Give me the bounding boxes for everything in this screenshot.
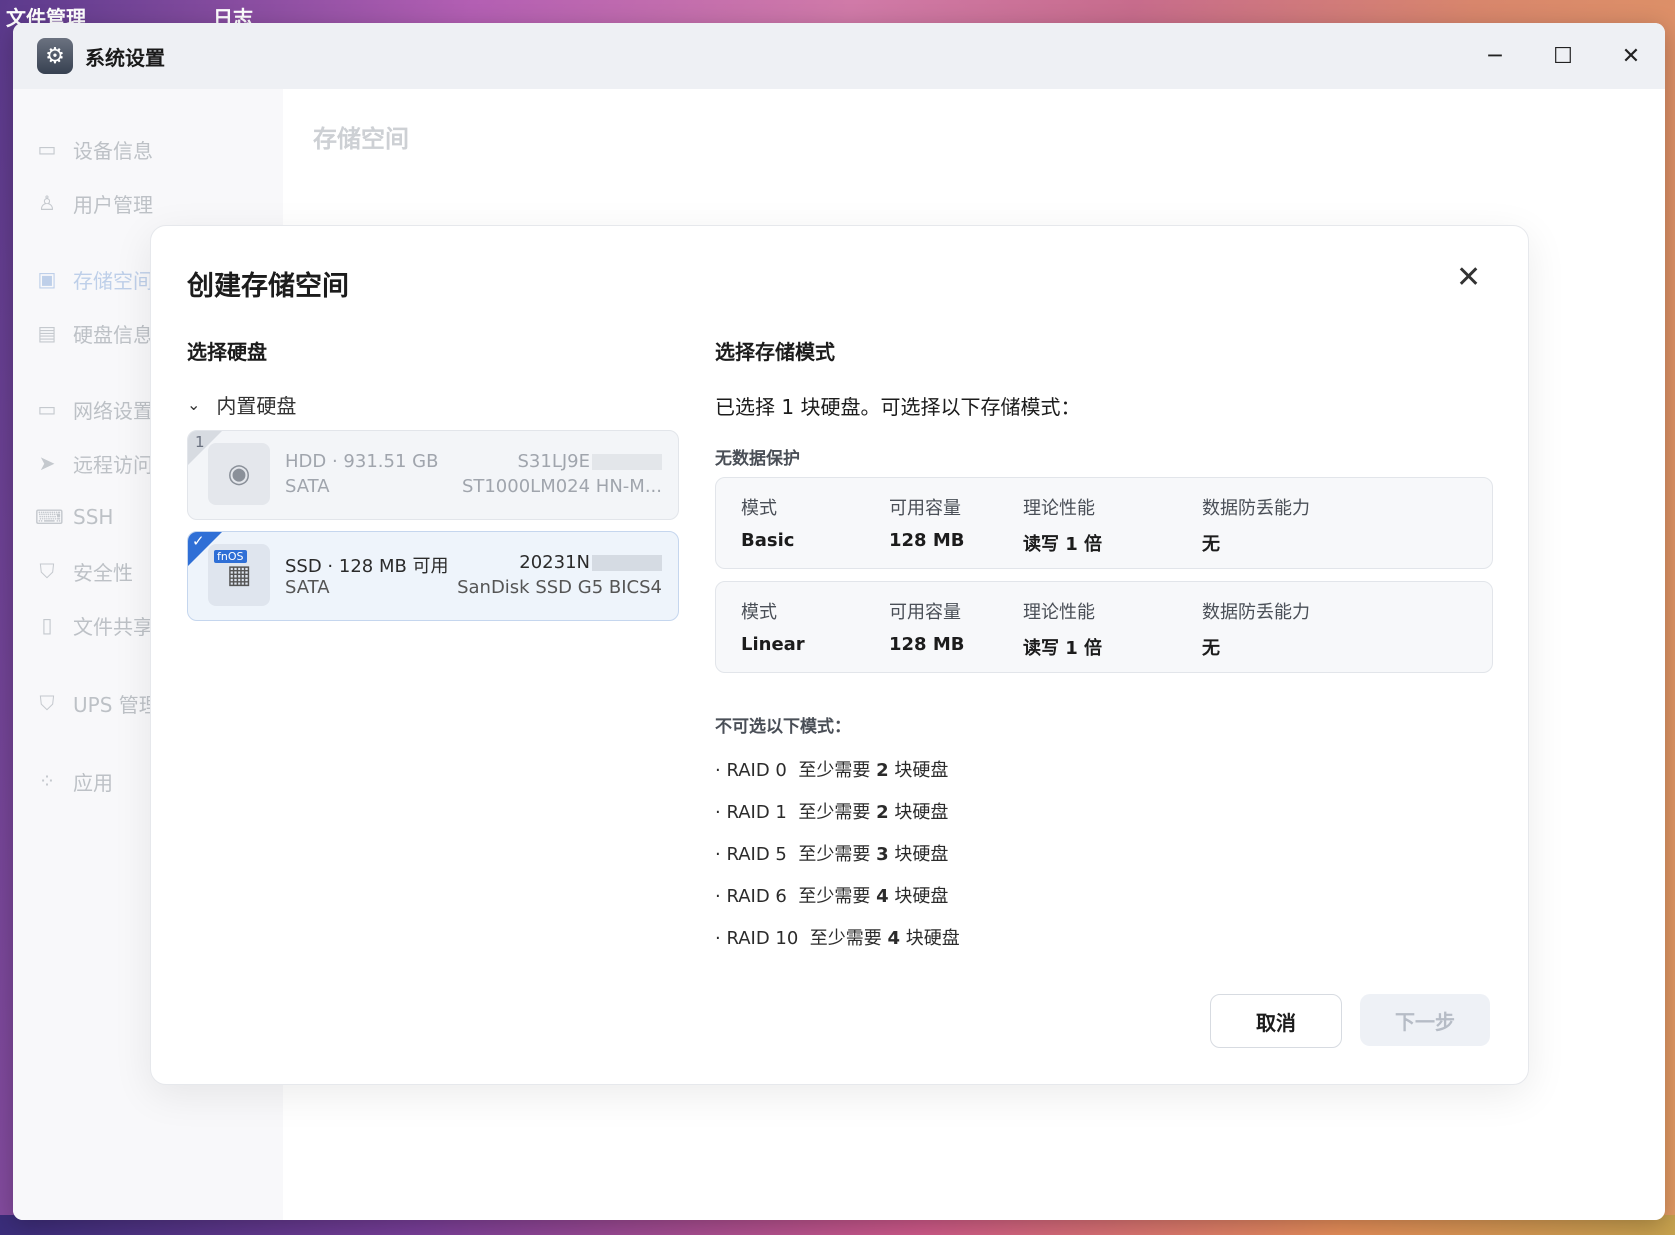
disk-interface: SATA (285, 476, 330, 497)
mode-header: 模式 (741, 602, 777, 623)
mode-value: Linear (741, 634, 805, 655)
window-title: 系统设置 (85, 45, 165, 70)
tolerance-header: 数据防丢能力 (1202, 602, 1310, 623)
raid-requirement: · RAID 0 至少需要 2 块硬盘 (715, 760, 949, 781)
capacity-value: 128 MB (889, 530, 965, 551)
select-mode-title: 选择存储模式 (715, 340, 835, 364)
tolerance-value: 无 (1202, 534, 1220, 555)
next-button[interactable]: 下一步 (1360, 994, 1490, 1046)
capacity-header: 可用容量 (889, 602, 961, 623)
close-icon[interactable]: ✕ (1456, 260, 1481, 295)
tolerance-value: 无 (1202, 638, 1220, 659)
performance-value: 读写 1 倍 (1023, 638, 1103, 659)
disk-summary: SSD · 128 MB 可用 (285, 556, 449, 577)
gear-icon: ⚙ (37, 38, 73, 74)
serial-redaction (592, 555, 662, 571)
title-bar[interactable]: ⚙ 系统设置 ─ ☐ ✕ (13, 23, 1665, 89)
minimize-button[interactable]: ─ (1461, 23, 1529, 89)
check-icon: ✓ (192, 532, 205, 550)
no-protection-label: 无数据保护 (715, 449, 800, 469)
mode-option-linear[interactable]: 模式 可用容量 理论性能 数据防丢能力 Linear 128 MB 读写 1 倍… (715, 581, 1493, 673)
cancel-button[interactable]: 取消 (1210, 994, 1342, 1048)
hdd-icon: ◉ (208, 443, 270, 505)
serial-redaction (592, 454, 662, 470)
disk-interface: SATA (285, 577, 330, 598)
disk-summary: HDD · 931.51 GB (285, 451, 439, 472)
disk-card-ssd[interactable]: ▦ fnOS ✓ SSD · 128 MB 可用 SATA 20231N San… (187, 531, 679, 621)
select-disk-title: 选择硬盘 (187, 340, 267, 364)
group-label: 内置硬盘 (216, 394, 297, 418)
maximize-button[interactable]: ☐ (1529, 23, 1597, 89)
disk-model: ST1000LM024 HN-M... (461, 476, 662, 497)
performance-header: 理论性能 (1023, 602, 1095, 623)
performance-header: 理论性能 (1023, 498, 1095, 519)
mode-header: 模式 (741, 498, 777, 519)
internal-disks-group[interactable]: ⌄ 内置硬盘 (187, 390, 296, 419)
disk-index: 1 (195, 433, 205, 451)
selection-summary: 已选择 1 块硬盘。可选择以下存储模式： (715, 395, 1081, 419)
mode-value: Basic (741, 530, 795, 551)
unavailable-label: 不可选以下模式： (715, 717, 851, 737)
raid-requirement: · RAID 1 至少需要 2 块硬盘 (715, 802, 949, 823)
create-storage-dialog: 创建存储空间 ✕ 选择硬盘 ⌄ 内置硬盘 1 ◉ HDD · 931.51 GB… (150, 225, 1529, 1085)
raid-requirement: · RAID 10 至少需要 4 块硬盘 (715, 928, 960, 949)
disk-model: SanDisk SSD G5 BICS4 (457, 577, 662, 598)
capacity-value: 128 MB (889, 634, 965, 655)
disk-card-hdd[interactable]: 1 ◉ HDD · 931.51 GB SATA S31LJ9E ST1000L… (187, 430, 679, 520)
raid-requirement: · RAID 5 至少需要 3 块硬盘 (715, 844, 949, 865)
capacity-header: 可用容量 (889, 498, 961, 519)
mode-option-basic[interactable]: 模式 可用容量 理论性能 数据防丢能力 Basic 128 MB 读写 1 倍 … (715, 477, 1493, 569)
disk-serial: S31LJ9E (518, 451, 662, 472)
raid-requirement: · RAID 6 至少需要 4 块硬盘 (715, 886, 949, 907)
window-controls: ─ ☐ ✕ (1461, 23, 1665, 89)
tolerance-header: 数据防丢能力 (1202, 498, 1310, 519)
dialog-title: 创建存储空间 (187, 271, 349, 302)
performance-value: 读写 1 倍 (1023, 534, 1103, 555)
chevron-down-icon: ⌄ (187, 395, 201, 414)
close-window-button[interactable]: ✕ (1597, 23, 1665, 89)
disk-serial: 20231N (519, 552, 662, 573)
